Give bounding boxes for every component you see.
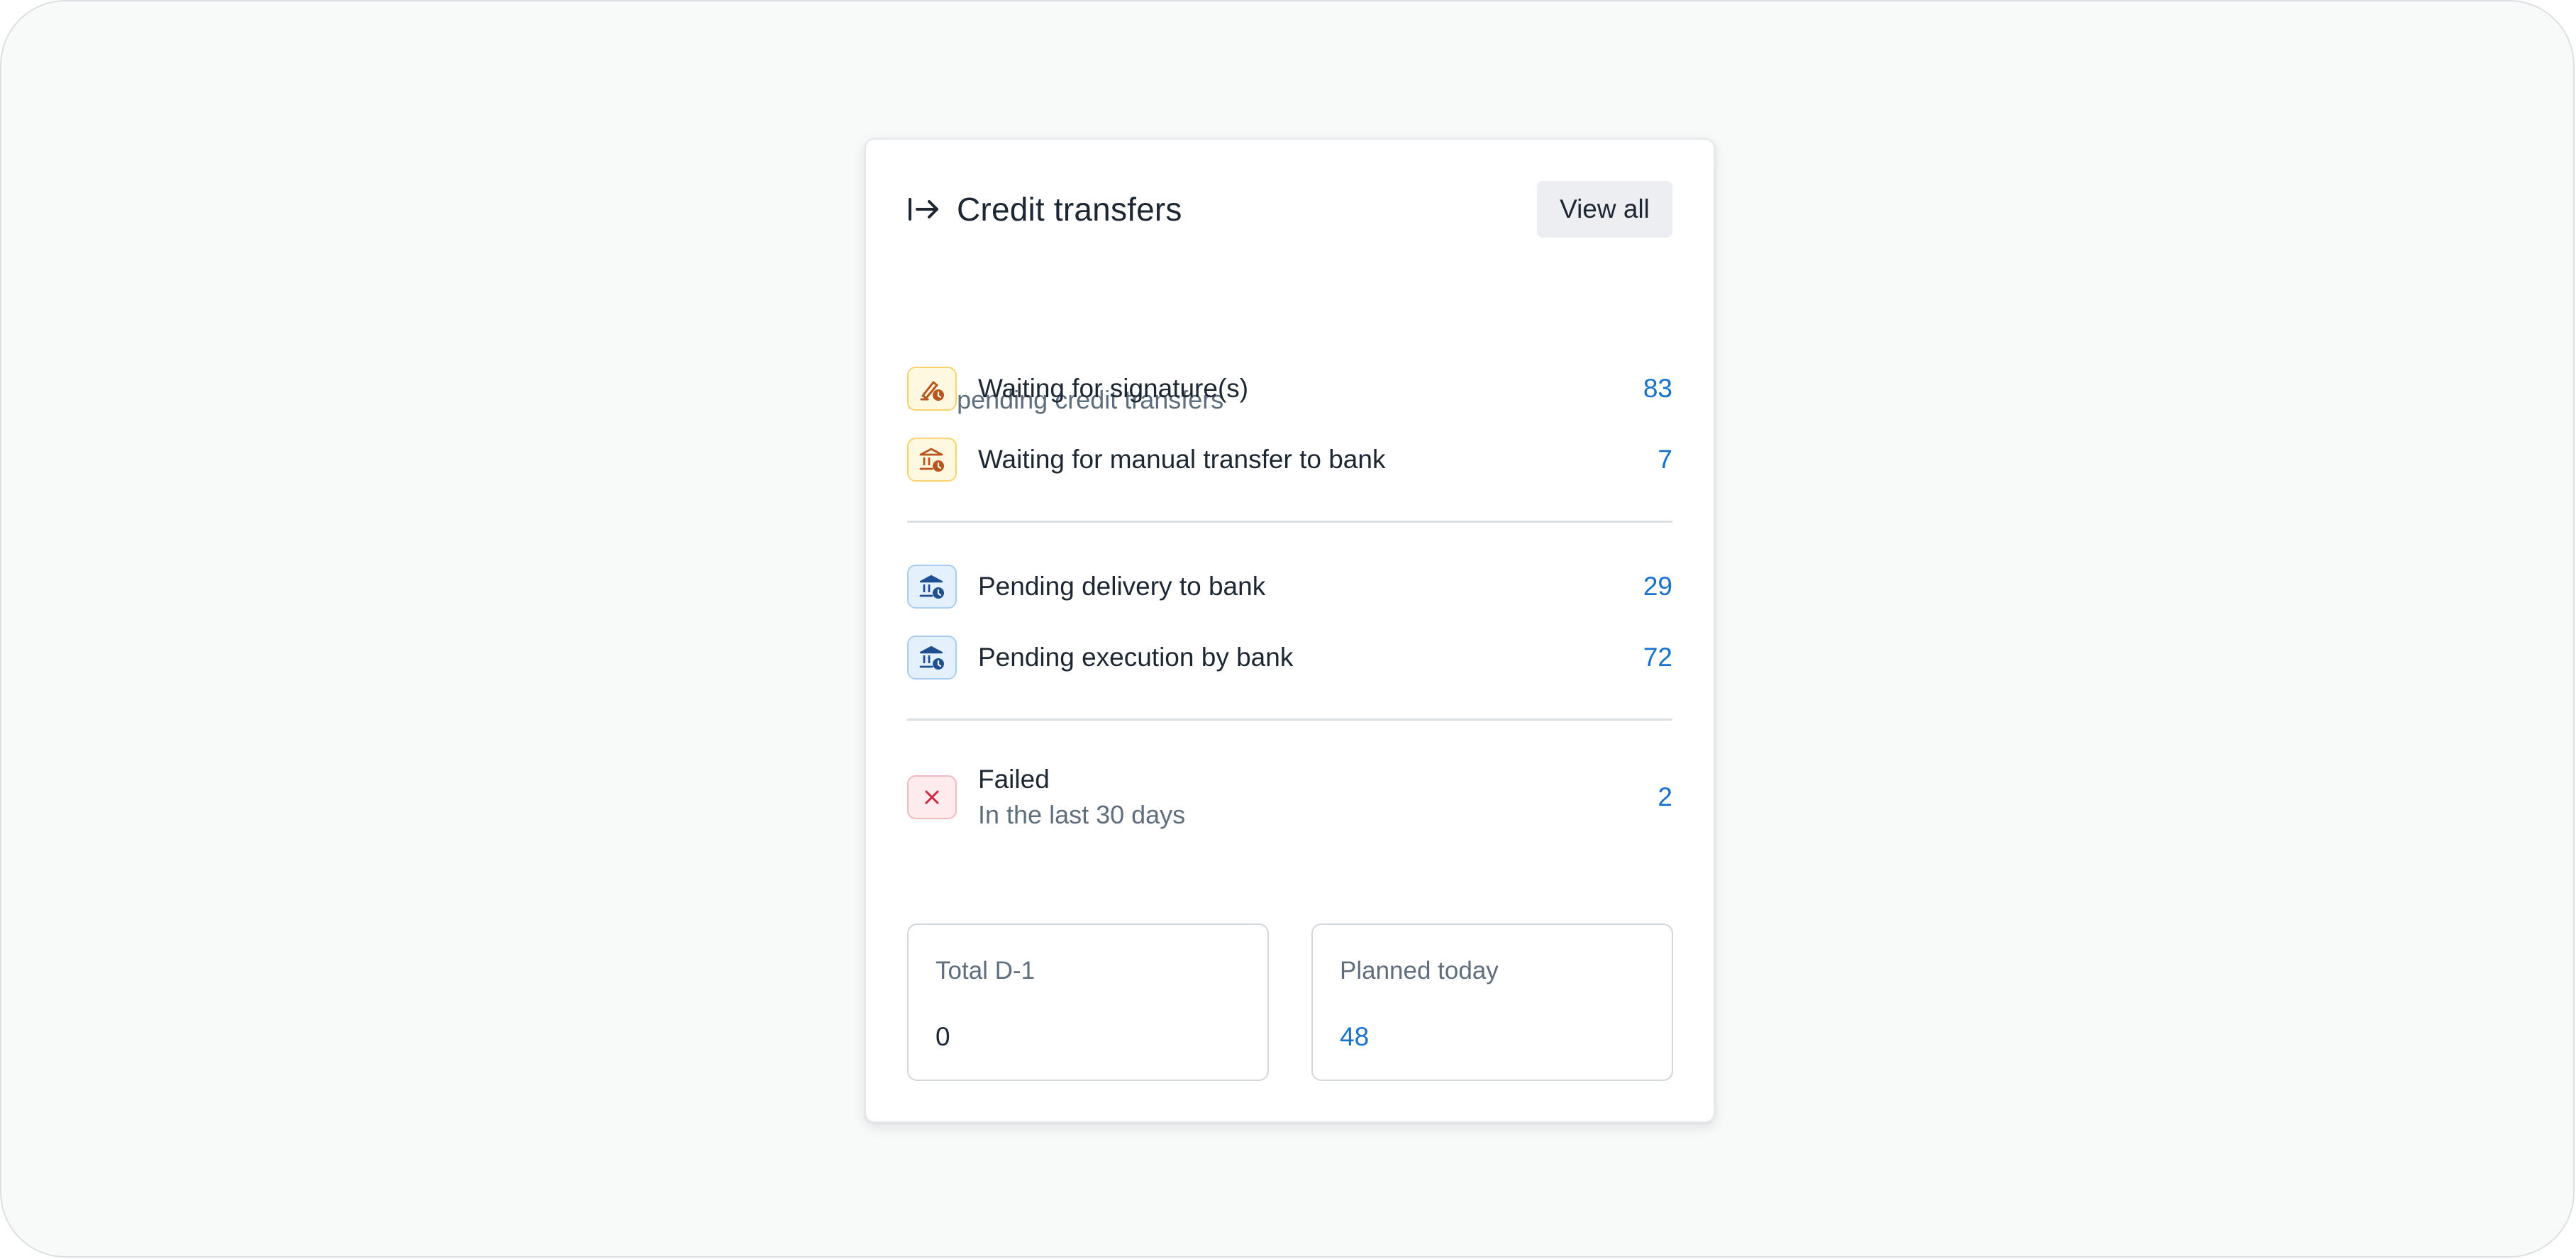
card-title: Credit transfers: [957, 191, 1182, 228]
stat-planned-today[interactable]: Planned today 48: [1311, 924, 1673, 1081]
section-divider: [907, 719, 1672, 721]
app-frame: Credit transfers View all 173 pending cr…: [0, 0, 2575, 1258]
bank-pending-icon: [907, 438, 957, 482]
stat-label: Planned today: [1340, 957, 1499, 985]
close-x-icon: [907, 775, 957, 819]
list-item-failed[interactable]: Failed In the last 30 days 2: [907, 758, 1672, 836]
section-divider: [907, 521, 1672, 523]
list-item-pending-execution[interactable]: Pending execution by bank 72: [907, 633, 1672, 682]
row-count: 29: [1643, 572, 1672, 601]
stat-total-d1[interactable]: Total D-1 0: [907, 924, 1269, 1081]
failed-count: 2: [1658, 782, 1672, 811]
stat-value: 48: [1340, 1022, 1370, 1051]
stat-value: 0: [936, 1022, 950, 1051]
row-count: 83: [1643, 374, 1672, 403]
stat-label: Total D-1: [936, 957, 1036, 985]
bank-clock-icon: [907, 565, 957, 609]
view-all-button[interactable]: View all: [1537, 181, 1672, 238]
failed-text-group: Failed In the last 30 days: [978, 765, 1658, 830]
bank-clock-icon: [907, 636, 957, 680]
row-label: Waiting for signature(s): [978, 374, 1249, 403]
row-label: Waiting for manual transfer to bank: [978, 445, 1386, 474]
row-count: 7: [1658, 445, 1672, 474]
row-label: Pending delivery to bank: [978, 572, 1266, 601]
arrow-right-from-bar-icon: [907, 195, 941, 223]
credit-transfers-card: Credit transfers View all 173 pending cr…: [865, 138, 1715, 1123]
list-item-waiting-signature[interactable]: Waiting for signature(s) 83: [907, 364, 1672, 414]
title-group: Credit transfers: [907, 190, 1182, 228]
row-label: Pending execution by bank: [978, 643, 1294, 672]
signature-pending-icon: [907, 367, 957, 411]
card-header: Credit transfers View all: [907, 181, 1672, 238]
failed-sublabel: In the last 30 days: [978, 800, 1186, 829]
list-item-pending-delivery[interactable]: Pending delivery to bank 29: [907, 562, 1672, 611]
list-item-waiting-manual-transfer[interactable]: Waiting for manual transfer to bank 7: [907, 435, 1672, 484]
failed-label: Failed: [978, 765, 1050, 794]
row-count: 72: [1643, 643, 1672, 672]
